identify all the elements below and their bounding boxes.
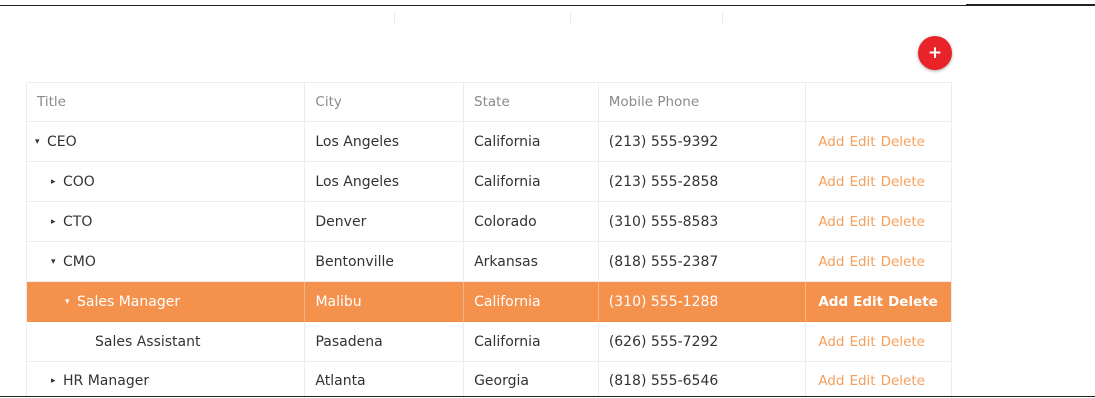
- title-cell: ▸ CTO: [27, 202, 306, 241]
- title-cell: ▾ CMO: [27, 242, 306, 281]
- city-cell: Malibu: [305, 282, 465, 321]
- actions-cell: Add Edit Delete: [806, 162, 951, 201]
- title-cell: ▾ Sales Manager: [27, 282, 306, 321]
- city-cell: Denver: [305, 202, 465, 241]
- add-link[interactable]: Add: [818, 334, 844, 350]
- phone-cell: (213) 555-2858: [599, 162, 807, 201]
- actions-cell: Add Edit Delete: [806, 202, 951, 241]
- edit-link[interactable]: Edit: [849, 254, 875, 270]
- phone-cell: (818) 555-2387: [599, 242, 807, 281]
- title-text: CEO: [47, 133, 77, 150]
- table-row[interactable]: ▾ CEO Los Angeles California (213) 555-9…: [27, 122, 951, 162]
- faint-separator: [722, 12, 723, 24]
- column-header-mobile-phone[interactable]: Mobile Phone: [599, 83, 807, 121]
- title-text: HR Manager: [63, 372, 150, 389]
- add-link[interactable]: Add: [818, 294, 848, 310]
- table-row[interactable]: Sales Assistant Pasadena California (626…: [27, 322, 951, 362]
- title-cell: Sales Assistant: [27, 322, 306, 361]
- state-cell: California: [464, 162, 599, 201]
- delete-link[interactable]: Delete: [881, 334, 925, 350]
- add-link[interactable]: Add: [818, 134, 844, 150]
- city-cell: Los Angeles: [305, 162, 465, 201]
- column-header-state[interactable]: State: [464, 83, 599, 121]
- city-cell: Bentonville: [305, 242, 465, 281]
- top-border-line: [0, 5, 1095, 6]
- state-cell: California: [464, 282, 599, 321]
- title-cell: ▾ CEO: [27, 122, 306, 161]
- expand-toggle-icon[interactable]: ▸: [51, 177, 63, 187]
- add-record-button[interactable]: +: [918, 36, 952, 70]
- table-row[interactable]: ▸ COO Los Angeles California (213) 555-2…: [27, 162, 951, 202]
- table-row[interactable]: ▸ HR Manager Atlanta Georgia (818) 555-6…: [27, 362, 951, 398]
- column-header-title[interactable]: Title: [27, 83, 306, 121]
- expand-toggle-icon[interactable]: ▸: [51, 217, 63, 227]
- state-cell: Arkansas: [464, 242, 599, 281]
- phone-cell: (213) 555-9392: [599, 122, 807, 161]
- delete-link[interactable]: Delete: [881, 373, 925, 389]
- city-cell: Atlanta: [305, 362, 465, 398]
- title-text: Sales Assistant: [95, 333, 201, 350]
- bottom-border-line: [0, 396, 1095, 397]
- delete-link[interactable]: Delete: [881, 214, 925, 230]
- add-link[interactable]: Add: [818, 214, 844, 230]
- add-link[interactable]: Add: [818, 254, 844, 270]
- table-row[interactable]: ▸ CTO Denver Colorado (310) 555-8583 Add…: [27, 202, 951, 242]
- actions-cell: Add Edit Delete: [806, 322, 951, 361]
- table-row[interactable]: ▾ CMO Bentonville Arkansas (818) 555-238…: [27, 242, 951, 282]
- expand-toggle-icon[interactable]: ▾: [65, 297, 77, 307]
- title-text: CMO: [63, 253, 96, 270]
- edit-link[interactable]: Edit: [849, 214, 875, 230]
- add-link[interactable]: Add: [818, 174, 844, 190]
- actions-cell: Add Edit Delete: [806, 362, 951, 398]
- tree-grid: Title City State Mobile Phone ▾ CEO Los …: [26, 82, 952, 398]
- actions-cell: Add Edit Delete: [806, 242, 951, 281]
- title-cell: ▸ COO: [27, 162, 306, 201]
- column-header-actions: [806, 83, 951, 121]
- faint-separator: [394, 12, 395, 24]
- top-border-accent: [966, 4, 1095, 6]
- edit-link[interactable]: Edit: [849, 134, 875, 150]
- state-cell: California: [464, 322, 599, 361]
- state-cell: Georgia: [464, 362, 599, 398]
- column-header-city[interactable]: City: [305, 83, 465, 121]
- delete-link[interactable]: Delete: [881, 174, 925, 190]
- title-text: CTO: [63, 213, 93, 230]
- city-cell: Pasadena: [305, 322, 465, 361]
- edit-link[interactable]: Edit: [849, 334, 875, 350]
- phone-cell: (818) 555-6546: [599, 362, 807, 398]
- edit-link[interactable]: Edit: [849, 373, 875, 389]
- table-row-selected[interactable]: ▾ Sales Manager Malibu California (310) …: [27, 282, 951, 322]
- add-link[interactable]: Add: [818, 373, 844, 389]
- expand-toggle-icon[interactable]: ▾: [51, 257, 63, 267]
- edit-link[interactable]: Edit: [853, 294, 883, 310]
- state-cell: Colorado: [464, 202, 599, 241]
- faint-separator: [570, 12, 571, 24]
- title-text: COO: [63, 173, 95, 190]
- header-row: Title City State Mobile Phone: [27, 83, 951, 122]
- actions-cell: Add Edit Delete: [806, 282, 951, 321]
- phone-cell: (310) 555-1288: [599, 282, 807, 321]
- title-cell: ▸ HR Manager: [27, 362, 306, 398]
- city-cell: Los Angeles: [305, 122, 465, 161]
- delete-link[interactable]: Delete: [881, 254, 925, 270]
- expand-toggle-icon[interactable]: ▸: [51, 376, 63, 386]
- delete-link[interactable]: Delete: [881, 134, 925, 150]
- expand-toggle-icon[interactable]: ▾: [35, 137, 47, 147]
- phone-cell: (310) 555-8583: [599, 202, 807, 241]
- state-cell: California: [464, 122, 599, 161]
- delete-link[interactable]: Delete: [888, 294, 938, 310]
- actions-cell: Add Edit Delete: [806, 122, 951, 161]
- plus-icon: +: [927, 43, 943, 63]
- phone-cell: (626) 555-7292: [599, 322, 807, 361]
- title-text: Sales Manager: [77, 293, 181, 310]
- edit-link[interactable]: Edit: [849, 174, 875, 190]
